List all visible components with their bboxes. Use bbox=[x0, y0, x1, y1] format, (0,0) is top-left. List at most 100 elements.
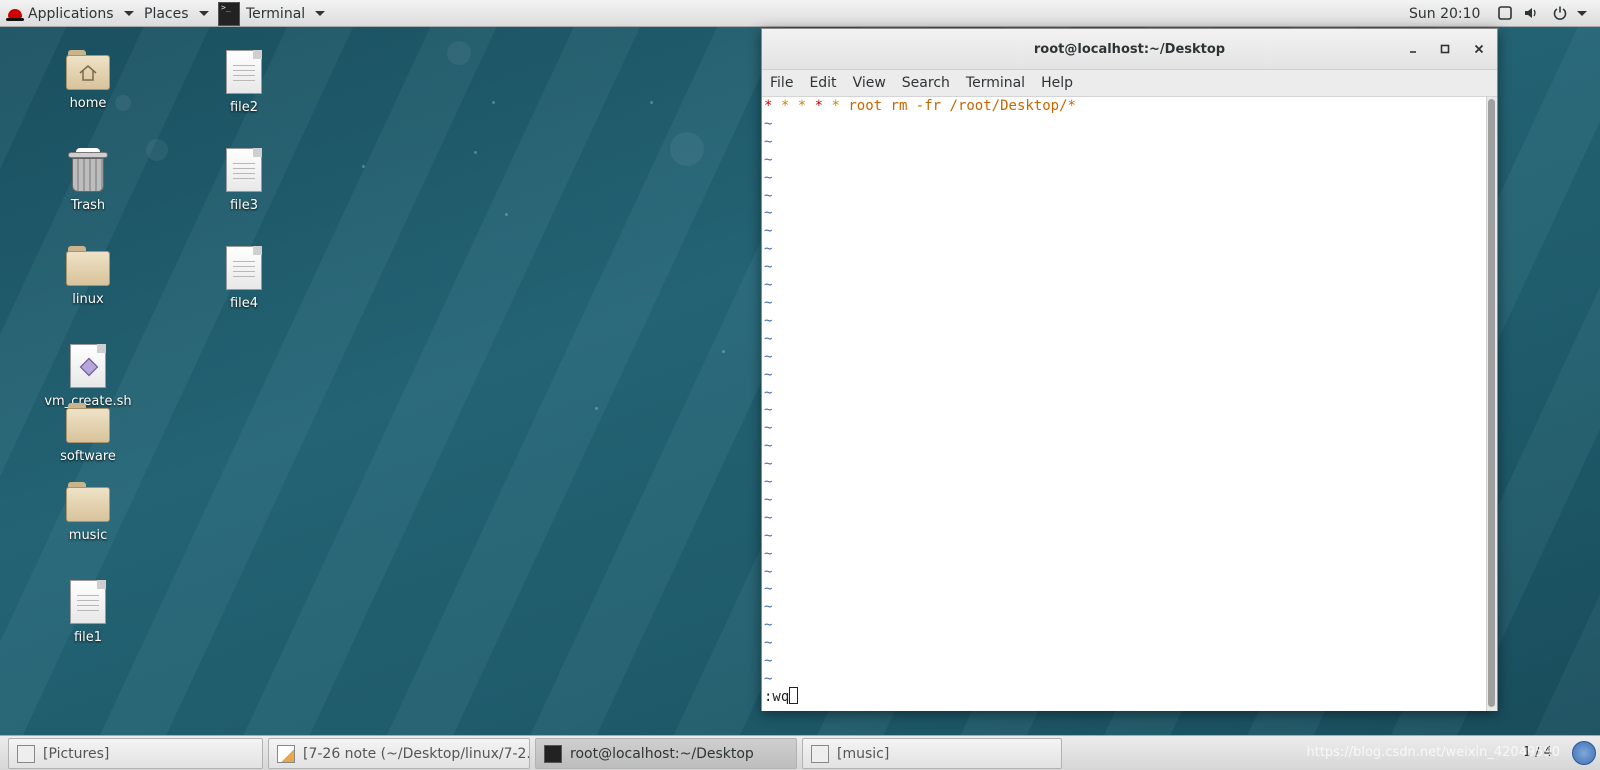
applications-menu[interactable]: Applications bbox=[6, 0, 134, 27]
vim-tilde: ~ bbox=[764, 438, 773, 455]
task-pictures[interactable]: [Pictures] bbox=[8, 738, 263, 769]
task-label: [music] bbox=[837, 745, 890, 762]
task-label: [Pictures] bbox=[43, 745, 110, 762]
terminal-app-label: Terminal bbox=[246, 5, 306, 22]
workspace-switcher-icon[interactable] bbox=[1572, 741, 1596, 765]
terminal-app-menu[interactable]: >_ Terminal bbox=[218, 0, 326, 27]
vim-tilde: ~ bbox=[764, 223, 773, 240]
document-icon bbox=[226, 148, 262, 192]
desktop-icon-trash[interactable]: Trash bbox=[33, 148, 143, 213]
vim-tilde: ~ bbox=[764, 169, 773, 186]
screen-icon[interactable] bbox=[1498, 6, 1512, 20]
vim-tilde: ~ bbox=[764, 599, 773, 616]
desktop-icon-file3[interactable]: file3 bbox=[189, 148, 299, 213]
menu-help[interactable]: Help bbox=[1033, 75, 1081, 91]
desktop-icon-file4[interactable]: file4 bbox=[189, 246, 299, 311]
trash-icon bbox=[68, 148, 108, 192]
desktop-icon-label: file3 bbox=[229, 198, 259, 213]
desktop-icon-software[interactable]: software bbox=[33, 403, 143, 464]
vim-tilde: ~ bbox=[764, 456, 773, 473]
vim-tilde: ~ bbox=[764, 671, 773, 687]
menu-edit[interactable]: Edit bbox=[801, 75, 844, 91]
vim-tilde: ~ bbox=[764, 330, 773, 347]
vim-tilde: ~ bbox=[764, 545, 773, 562]
vim-tilde: ~ bbox=[764, 581, 773, 598]
desktop-icon-label: file4 bbox=[229, 296, 259, 311]
folder-icon bbox=[66, 246, 110, 286]
menu-search[interactable]: Search bbox=[894, 75, 958, 91]
maximize-button[interactable] bbox=[1435, 39, 1455, 59]
menu-file[interactable]: File bbox=[762, 75, 801, 91]
desktop-icon-label: file2 bbox=[229, 100, 259, 115]
vim-tilde: ~ bbox=[764, 312, 773, 329]
document-icon bbox=[226, 246, 262, 290]
desktop-icon-file1[interactable]: file1 bbox=[33, 580, 143, 645]
task-note[interactable]: [7-26 note (~/Desktop/linux/7-2... bbox=[268, 738, 530, 769]
terminal-text-area[interactable]: * * * * * root rm -fr /root/Desktop/* ~ ~… bbox=[762, 97, 1487, 711]
places-label: Places bbox=[144, 5, 189, 22]
minimize-button[interactable] bbox=[1403, 39, 1423, 59]
terminal-icon bbox=[544, 744, 562, 763]
vim-tilde: ~ bbox=[764, 617, 773, 634]
vim-tilde: ~ bbox=[764, 151, 773, 168]
terminal-window[interactable]: root@localhost:~/Desktop File Edit View … bbox=[761, 28, 1498, 711]
power-icon[interactable] bbox=[1553, 6, 1567, 20]
chevron-down-icon bbox=[198, 11, 209, 16]
cron-command: root rm -fr /root/Desktop/* bbox=[848, 98, 1076, 114]
minimize-icon bbox=[1410, 51, 1416, 53]
close-button[interactable] bbox=[1469, 39, 1489, 59]
desktop-icon-linux[interactable]: linux bbox=[33, 246, 143, 307]
document-icon bbox=[70, 580, 106, 624]
window-titlebar[interactable]: root@localhost:~/Desktop bbox=[762, 29, 1497, 70]
watermark-text: https://blog.csdn.net/weixin_42049590 bbox=[1306, 745, 1560, 760]
vim-tilde: ~ bbox=[764, 384, 773, 401]
scrollbar-thumb[interactable] bbox=[1488, 99, 1495, 707]
cron-star: * bbox=[780, 98, 790, 114]
clock[interactable]: Sun 20:10 bbox=[1409, 0, 1480, 27]
vim-tilde: ~ bbox=[764, 241, 773, 258]
task-terminal[interactable]: root@localhost:~/Desktop bbox=[535, 738, 797, 769]
cron-star: * bbox=[814, 98, 824, 114]
desktop-icon-home[interactable]: home bbox=[33, 50, 143, 111]
top-panel: Applications Places >_ Terminal Sun 20:1… bbox=[0, 0, 1600, 27]
places-menu[interactable]: Places bbox=[144, 0, 209, 27]
vim-tilde: ~ bbox=[764, 133, 773, 150]
vim-command-line[interactable]: :wq bbox=[764, 687, 799, 707]
desktop-icon-vm-create[interactable]: vm_create.sh bbox=[33, 344, 143, 409]
folder-icon bbox=[66, 482, 110, 522]
document-icon bbox=[226, 50, 262, 94]
home-folder-icon bbox=[66, 50, 110, 90]
desktop-icon-label: linux bbox=[72, 292, 104, 307]
desktop-icon-file2[interactable]: file2 bbox=[189, 50, 299, 115]
vim-tilde: ~ bbox=[764, 259, 773, 276]
chevron-down-icon bbox=[315, 11, 326, 16]
vim-tilde: ~ bbox=[764, 402, 773, 419]
applications-label: Applications bbox=[28, 5, 114, 22]
folder-window-icon bbox=[811, 744, 829, 763]
volume-icon[interactable] bbox=[1524, 6, 1538, 20]
menu-view[interactable]: View bbox=[845, 75, 894, 91]
vim-tilde: ~ bbox=[764, 420, 773, 437]
vim-tilde: ~ bbox=[764, 366, 773, 383]
vim-tilde: ~ bbox=[764, 205, 773, 222]
vim-tilde: ~ bbox=[764, 653, 773, 670]
text-editor-icon bbox=[277, 744, 295, 763]
bottom-taskbar: [Pictures] [7-26 note (~/Desktop/linux/7… bbox=[0, 735, 1600, 770]
vim-tilde: ~ bbox=[764, 187, 773, 204]
system-menu-chevron-icon[interactable] bbox=[1577, 11, 1587, 16]
vim-empty-lines: ~ ~ ~ ~ ~ ~ ~ ~ ~ ~ ~ ~ ~ ~ ~ ~ ~ ~ ~ ~ ~ ~ ~ ~ ~ ~ ~ ~ ~ ~ ~ ~ bbox=[764, 116, 1487, 689]
cron-star: * bbox=[764, 98, 773, 114]
vim-tilde: ~ bbox=[764, 277, 773, 294]
menu-terminal[interactable]: Terminal bbox=[958, 75, 1033, 91]
desktop-icon-label: home bbox=[69, 96, 107, 111]
task-music[interactable]: [music] bbox=[802, 738, 1062, 769]
vim-line-1: * * * * * root rm -fr /root/Desktop/* bbox=[764, 98, 1487, 116]
folder-window-icon bbox=[17, 744, 35, 763]
close-icon bbox=[1474, 44, 1484, 54]
desktop-icon-label: software bbox=[60, 449, 116, 464]
vim-tilde: ~ bbox=[764, 527, 773, 544]
desktop-icon-music[interactable]: music bbox=[33, 482, 143, 543]
vim-tilde: ~ bbox=[764, 635, 773, 652]
desktop-icon-label: file1 bbox=[73, 630, 103, 645]
cron-star: * bbox=[831, 98, 840, 114]
